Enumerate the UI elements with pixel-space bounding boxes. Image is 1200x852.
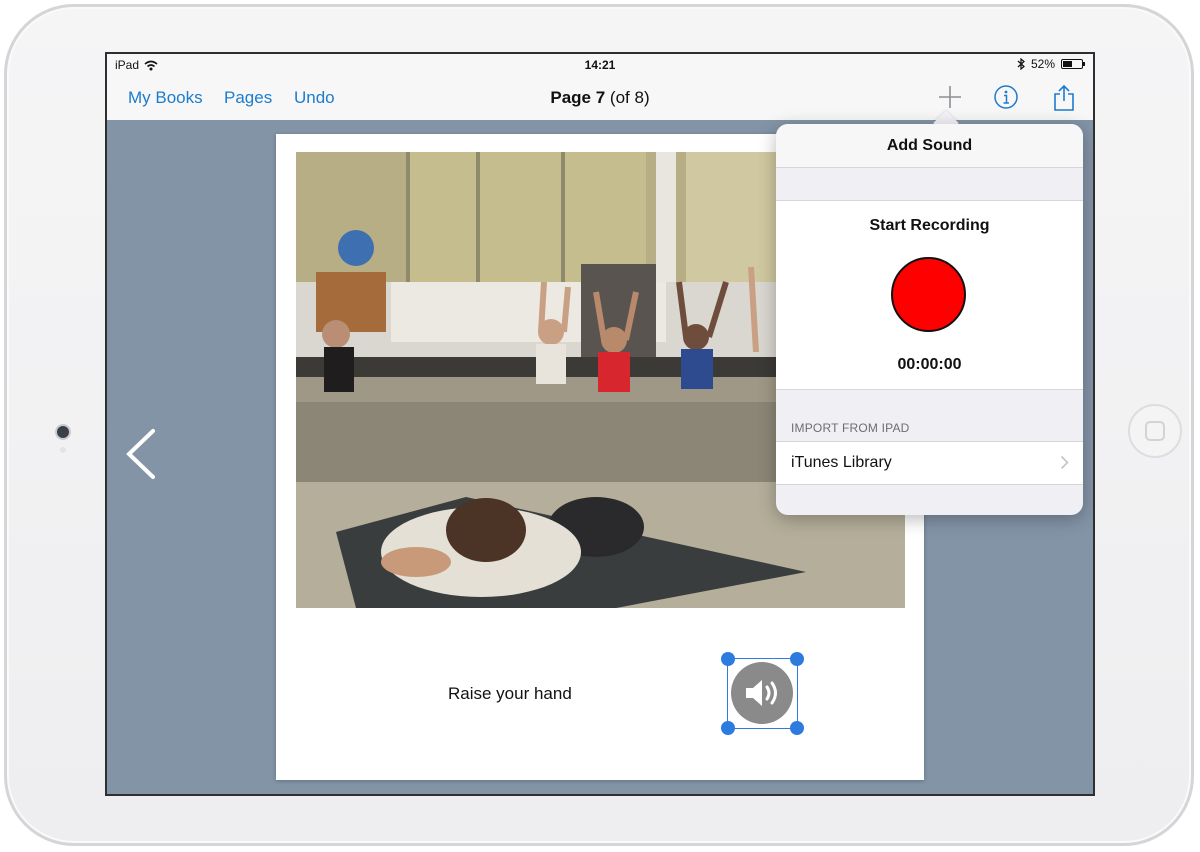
popover-title: Add Sound [776, 124, 1083, 168]
itunes-library-row[interactable]: iTunes Library [776, 441, 1083, 485]
screen: iPad 14:21 52% My Books Pages Undo Page … [105, 52, 1095, 796]
sound-object-selection[interactable] [721, 652, 804, 735]
speaker-glyph [746, 680, 777, 706]
start-recording-label: Start Recording [869, 217, 990, 234]
page-number: Page 7 [550, 88, 606, 107]
info-icon[interactable] [993, 84, 1019, 110]
speaker-icon[interactable] [731, 662, 793, 724]
battery-icon [1061, 59, 1085, 69]
share-icon[interactable] [1052, 84, 1076, 112]
itunes-library-label: iTunes Library [791, 454, 892, 471]
status-bar: iPad 14:21 52% [107, 54, 1093, 76]
home-square-icon [1145, 421, 1165, 441]
resize-handle-top-left[interactable] [721, 652, 735, 666]
add-sound-popover: Add Sound Start Recording 00:00:00 IMPOR… [776, 124, 1083, 515]
status-time: 14:21 [584, 58, 616, 72]
resize-handle-bottom-right[interactable] [790, 721, 804, 735]
light-sensor [60, 447, 66, 453]
import-section-header: IMPORT FROM IPAD [791, 421, 910, 435]
page-caption[interactable]: Raise your hand [448, 684, 572, 704]
recording-timer: 00:00:00 [897, 356, 962, 373]
camera-lens [57, 426, 69, 438]
resize-handle-bottom-left[interactable] [721, 721, 735, 735]
page-count: (of 8) [609, 88, 650, 107]
battery-percent: 52% [1030, 57, 1055, 71]
record-button[interactable] [891, 257, 966, 332]
chevron-left-icon[interactable] [123, 428, 159, 480]
status-right: 52% [1017, 57, 1085, 71]
home-button[interactable] [1128, 404, 1182, 458]
recording-section: Start Recording 00:00:00 [776, 200, 1083, 390]
battery-fill [1063, 61, 1073, 67]
bluetooth-icon [1017, 58, 1025, 70]
chevron-right-icon [1060, 455, 1069, 470]
resize-handle-top-right[interactable] [790, 652, 804, 666]
plus-icon[interactable] [937, 84, 963, 110]
